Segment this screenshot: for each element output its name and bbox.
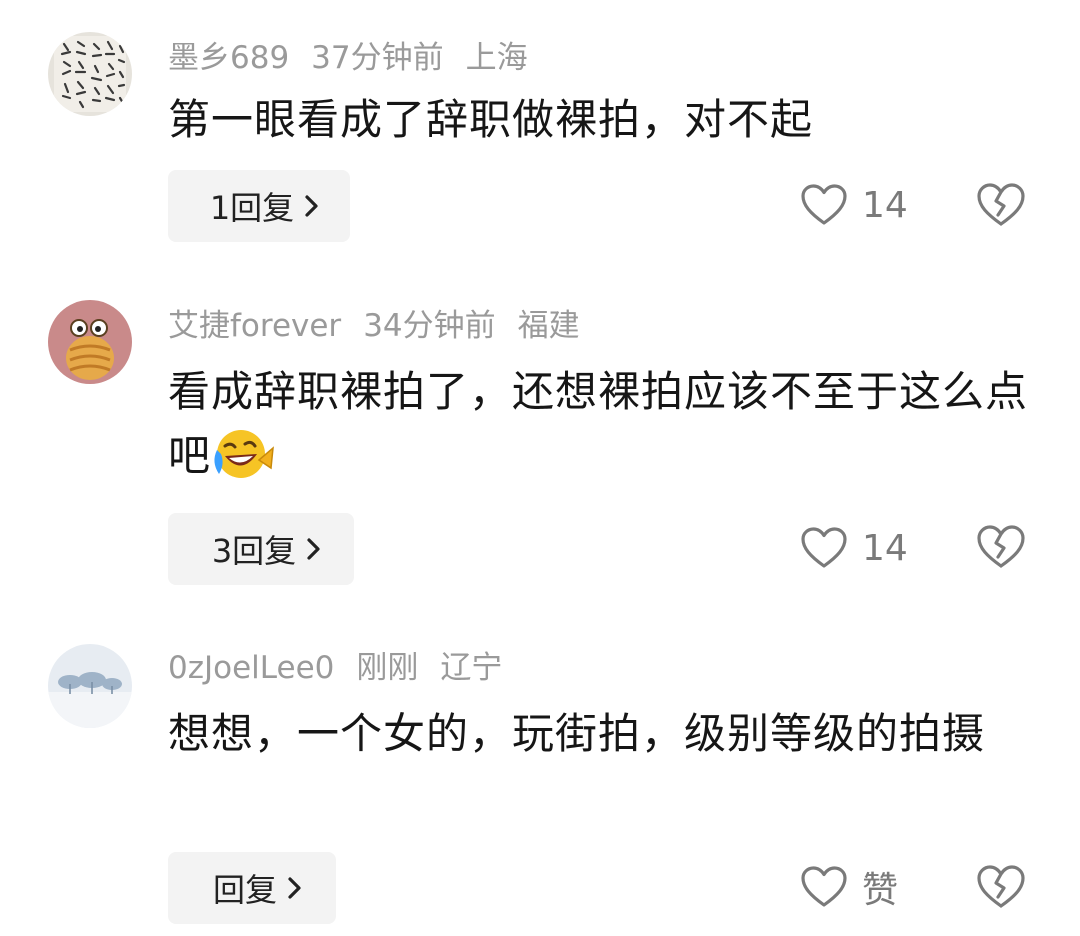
reply-label: 3回复 bbox=[211, 532, 297, 570]
like-count: 14 bbox=[862, 184, 908, 226]
cartoon-avatar-icon bbox=[48, 300, 132, 384]
broken-heart-icon[interactable] bbox=[976, 182, 1026, 228]
comment-meta: 0zJoelLee0 刚刚 辽宁 bbox=[168, 648, 524, 688]
comment-text: 看成辞职裸拍了，还想裸拍应该不至于这么点吧 bbox=[168, 360, 1048, 488]
timestamp: 34分钟前 bbox=[363, 308, 496, 344]
heart-icon bbox=[801, 527, 847, 568]
reply-label: 1回复 bbox=[209, 189, 295, 227]
chevron-right-icon bbox=[288, 877, 301, 899]
reply-button[interactable]: 1回复 bbox=[168, 170, 350, 242]
location: 福建 bbox=[517, 308, 580, 344]
comment-meta: 艾捷forever 34分钟前 福建 bbox=[168, 306, 602, 346]
comment-text: 第一眼看成了辞职做裸拍，对不起 bbox=[168, 95, 814, 144]
broken-heart-icon[interactable] bbox=[976, 524, 1026, 570]
heart-icon bbox=[801, 184, 847, 225]
timestamp: 37分钟前 bbox=[311, 40, 444, 76]
like-button[interactable]: 14 bbox=[800, 175, 908, 235]
avatar[interactable] bbox=[48, 32, 132, 116]
broken-heart-icon[interactable] bbox=[976, 864, 1026, 910]
like-button[interactable]: 赞 bbox=[800, 857, 898, 917]
chevron-right-icon bbox=[305, 195, 318, 217]
reply-button[interactable]: 3回复 bbox=[168, 513, 354, 585]
calligraphy-avatar-icon bbox=[48, 32, 132, 116]
username[interactable]: 0zJoelLee0 bbox=[168, 650, 334, 686]
location: 辽宁 bbox=[440, 650, 503, 686]
avatar[interactable] bbox=[48, 300, 132, 384]
username[interactable]: 墨乡689 bbox=[168, 40, 289, 76]
comment-text-content: 看成辞职裸拍了，还想裸拍应该不至于这么点吧 bbox=[168, 367, 1029, 480]
avatar[interactable] bbox=[48, 644, 132, 728]
laughing-crying-emoji-icon bbox=[214, 430, 274, 478]
snow-trees-avatar-icon bbox=[48, 644, 132, 728]
like-count: 14 bbox=[862, 527, 908, 569]
reply-button[interactable]: 回复 bbox=[168, 852, 336, 924]
like-label: 赞 bbox=[862, 870, 899, 911]
location: 上海 bbox=[465, 40, 528, 76]
comment-meta: 墨乡689 37分钟前 上海 bbox=[168, 38, 550, 78]
like-button[interactable]: 14 bbox=[800, 518, 908, 578]
chevron-right-icon bbox=[307, 538, 320, 560]
heart-icon bbox=[801, 866, 847, 907]
comment-text: 想想，一个女的，玩街拍，级别等级的拍摄 bbox=[168, 709, 986, 758]
timestamp: 刚刚 bbox=[356, 650, 419, 686]
username[interactable]: 艾捷forever bbox=[168, 308, 341, 344]
reply-label: 回复 bbox=[212, 871, 277, 909]
